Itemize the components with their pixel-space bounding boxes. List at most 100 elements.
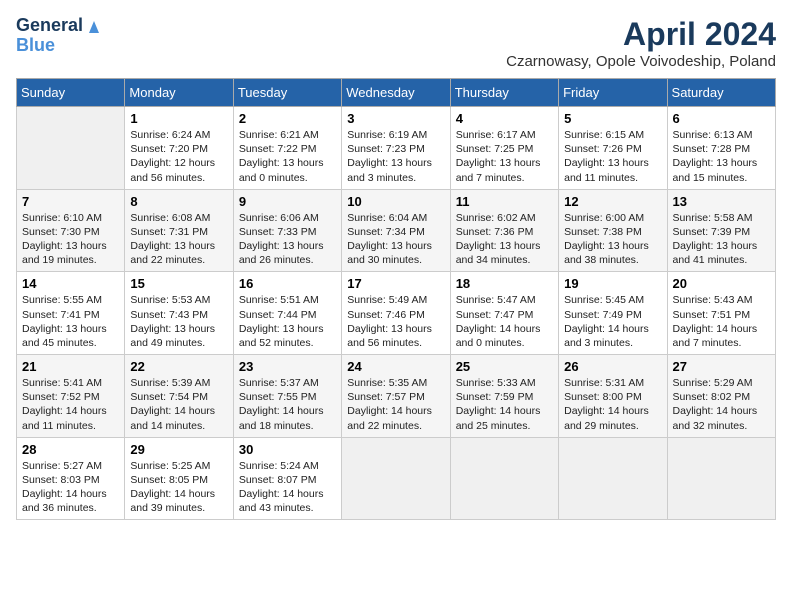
calendar-table: SundayMondayTuesdayWednesdayThursdayFrid… — [16, 78, 776, 520]
day-number: 21 — [22, 359, 119, 374]
calendar-cell: 4 Sunrise: 6:17 AMSunset: 7:25 PMDaylight… — [450, 107, 558, 190]
day-info: Sunrise: 5:31 AMSunset: 8:00 PMDaylight:… — [564, 376, 661, 433]
day-info: Sunrise: 5:58 AMSunset: 7:39 PMDaylight:… — [673, 211, 770, 268]
day-number: 13 — [673, 194, 770, 209]
weekday-header-wednesday: Wednesday — [342, 79, 450, 107]
calendar-cell: 5Sunrise: 6:15 AMSunset: 7:26 PMDaylight… — [559, 107, 667, 190]
calendar-cell: 7 Sunrise: 6:10 AMSunset: 7:30 PMDaylight… — [17, 189, 125, 272]
day-number: 28 — [22, 442, 119, 457]
day-info: Sunrise: 5:33 AMSunset: 7:59 PMDaylight:… — [456, 376, 553, 433]
day-info: Sunrise: 5:45 AMSunset: 7:49 PMDaylight:… — [564, 293, 661, 350]
day-number: 29 — [130, 442, 227, 457]
day-number: 1 — [130, 111, 227, 126]
calendar-cell: 21 Sunrise: 5:41 AMSunset: 7:52 PMDayligh… — [17, 355, 125, 438]
calendar-cell: 20Sunrise: 5:43 AMSunset: 7:51 PMDayligh… — [667, 272, 775, 355]
logo: General Blue — [16, 16, 103, 56]
day-info: Sunrise: 5:27 AMSunset: 8:03 PMDaylight:… — [22, 459, 119, 516]
weekday-header-tuesday: Tuesday — [233, 79, 341, 107]
calendar-cell: 15Sunrise: 5:53 AMSunset: 7:43 PMDayligh… — [125, 272, 233, 355]
week-row-2: 7 Sunrise: 6:10 AMSunset: 7:30 PMDaylight… — [17, 189, 776, 272]
day-info: Sunrise: 6:00 AMSunset: 7:38 PMDaylight:… — [564, 211, 661, 268]
weekday-header-row: SundayMondayTuesdayWednesdayThursdayFrid… — [17, 79, 776, 107]
week-row-1: 1 Sunrise: 6:24 AMSunset: 7:20 PMDaylight… — [17, 107, 776, 190]
calendar-cell: 9 Sunrise: 6:06 AMSunset: 7:33 PMDaylight… — [233, 189, 341, 272]
logo-icon — [85, 17, 103, 35]
week-row-5: 28 Sunrise: 5:27 AMSunset: 8:03 PMDayligh… — [17, 437, 776, 520]
title-block: April 2024 Czarnowasy, Opole Voivodeship… — [506, 16, 776, 70]
calendar-cell — [667, 437, 775, 520]
day-info: Sunrise: 5:35 AMSunset: 7:57 PMDaylight:… — [347, 376, 444, 433]
day-number: 17 — [347, 276, 444, 291]
day-info: Sunrise: 5:39 AMSunset: 7:54 PMDaylight:… — [130, 376, 227, 433]
weekday-header-thursday: Thursday — [450, 79, 558, 107]
calendar-cell: 13 Sunrise: 5:58 AMSunset: 7:39 PMDayligh… — [667, 189, 775, 272]
day-info: Sunrise: 5:53 AMSunset: 7:43 PMDaylight:… — [130, 293, 227, 350]
day-info: Sunrise: 6:24 AMSunset: 7:20 PMDaylight:… — [130, 128, 227, 185]
day-info: Sunrise: 5:41 AMSunset: 7:52 PMDaylight:… — [22, 376, 119, 433]
day-info: Sunrise: 6:13 AMSunset: 7:28 PMDaylight:… — [673, 128, 770, 185]
day-number: 23 — [239, 359, 336, 374]
calendar-cell: 6Sunrise: 6:13 AMSunset: 7:28 PMDaylight… — [667, 107, 775, 190]
calendar-cell: 10Sunrise: 6:04 AMSunset: 7:34 PMDayligh… — [342, 189, 450, 272]
day-number: 4 — [456, 111, 553, 126]
calendar-cell: 25 Sunrise: 5:33 AMSunset: 7:59 PMDayligh… — [450, 355, 558, 438]
calendar-cell: 18 Sunrise: 5:47 AMSunset: 7:47 PMDayligh… — [450, 272, 558, 355]
calendar-cell: 17 Sunrise: 5:49 AMSunset: 7:46 PMDayligh… — [342, 272, 450, 355]
day-number: 7 — [22, 194, 119, 209]
day-info: Sunrise: 5:47 AMSunset: 7:47 PMDaylight:… — [456, 293, 553, 350]
day-number: 14 — [22, 276, 119, 291]
day-info: Sunrise: 6:15 AMSunset: 7:26 PMDaylight:… — [564, 128, 661, 185]
calendar-cell: 24 Sunrise: 5:35 AMSunset: 7:57 PMDayligh… — [342, 355, 450, 438]
weekday-header-sunday: Sunday — [17, 79, 125, 107]
day-number: 18 — [456, 276, 553, 291]
location-title: Czarnowasy, Opole Voivodeship, Poland — [506, 53, 776, 70]
day-info: Sunrise: 6:08 AMSunset: 7:31 PMDaylight:… — [130, 211, 227, 268]
day-info: Sunrise: 5:25 AMSunset: 8:05 PMDaylight:… — [130, 459, 227, 516]
calendar-cell: 1 Sunrise: 6:24 AMSunset: 7:20 PMDaylight… — [125, 107, 233, 190]
day-info: Sunrise: 5:37 AMSunset: 7:55 PMDaylight:… — [239, 376, 336, 433]
day-info: Sunrise: 6:02 AMSunset: 7:36 PMDaylight:… — [456, 211, 553, 268]
calendar-cell: 11Sunrise: 6:02 AMSunset: 7:36 PMDayligh… — [450, 189, 558, 272]
day-number: 20 — [673, 276, 770, 291]
day-info: Sunrise: 6:10 AMSunset: 7:30 PMDaylight:… — [22, 211, 119, 268]
logo-text: General Blue — [16, 16, 103, 56]
day-number: 19 — [564, 276, 661, 291]
calendar-cell: 19 Sunrise: 5:45 AMSunset: 7:49 PMDayligh… — [559, 272, 667, 355]
day-info: Sunrise: 5:29 AMSunset: 8:02 PMDaylight:… — [673, 376, 770, 433]
day-number: 24 — [347, 359, 444, 374]
day-info: Sunrise: 6:21 AMSunset: 7:22 PMDaylight:… — [239, 128, 336, 185]
day-info: Sunrise: 6:17 AMSunset: 7:25 PMDaylight:… — [456, 128, 553, 185]
calendar-cell — [450, 437, 558, 520]
page-header: General Blue April 2024 Czarnowasy, Opol… — [16, 16, 776, 70]
day-number: 27 — [673, 359, 770, 374]
calendar-cell — [559, 437, 667, 520]
calendar-cell: 23 Sunrise: 5:37 AMSunset: 7:55 PMDayligh… — [233, 355, 341, 438]
day-info: Sunrise: 5:49 AMSunset: 7:46 PMDaylight:… — [347, 293, 444, 350]
day-info: Sunrise: 5:51 AMSunset: 7:44 PMDaylight:… — [239, 293, 336, 350]
week-row-4: 21 Sunrise: 5:41 AMSunset: 7:52 PMDayligh… — [17, 355, 776, 438]
calendar-cell: 30Sunrise: 5:24 AMSunset: 8:07 PMDayligh… — [233, 437, 341, 520]
day-info: Sunrise: 6:04 AMSunset: 7:34 PMDaylight:… — [347, 211, 444, 268]
day-number: 8 — [130, 194, 227, 209]
day-info: Sunrise: 6:06 AMSunset: 7:33 PMDaylight:… — [239, 211, 336, 268]
weekday-header-monday: Monday — [125, 79, 233, 107]
calendar-cell: 16 Sunrise: 5:51 AMSunset: 7:44 PMDayligh… — [233, 272, 341, 355]
calendar-cell: 12Sunrise: 6:00 AMSunset: 7:38 PMDayligh… — [559, 189, 667, 272]
calendar-cell: 3Sunrise: 6:19 AMSunset: 7:23 PMDaylight… — [342, 107, 450, 190]
day-number: 26 — [564, 359, 661, 374]
calendar-cell: 26 Sunrise: 5:31 AMSunset: 8:00 PMDayligh… — [559, 355, 667, 438]
day-number: 25 — [456, 359, 553, 374]
calendar-cell: 2 Sunrise: 6:21 AMSunset: 7:22 PMDaylight… — [233, 107, 341, 190]
day-number: 30 — [239, 442, 336, 457]
calendar-cell: 27 Sunrise: 5:29 AMSunset: 8:02 PMDayligh… — [667, 355, 775, 438]
calendar-cell: 28 Sunrise: 5:27 AMSunset: 8:03 PMDayligh… — [17, 437, 125, 520]
calendar-cell: 29 Sunrise: 5:25 AMSunset: 8:05 PMDayligh… — [125, 437, 233, 520]
day-number: 22 — [130, 359, 227, 374]
day-number: 16 — [239, 276, 336, 291]
week-row-3: 14Sunrise: 5:55 AMSunset: 7:41 PMDayligh… — [17, 272, 776, 355]
day-number: 2 — [239, 111, 336, 126]
calendar-cell — [342, 437, 450, 520]
day-number: 9 — [239, 194, 336, 209]
calendar-cell — [17, 107, 125, 190]
day-number: 3 — [347, 111, 444, 126]
